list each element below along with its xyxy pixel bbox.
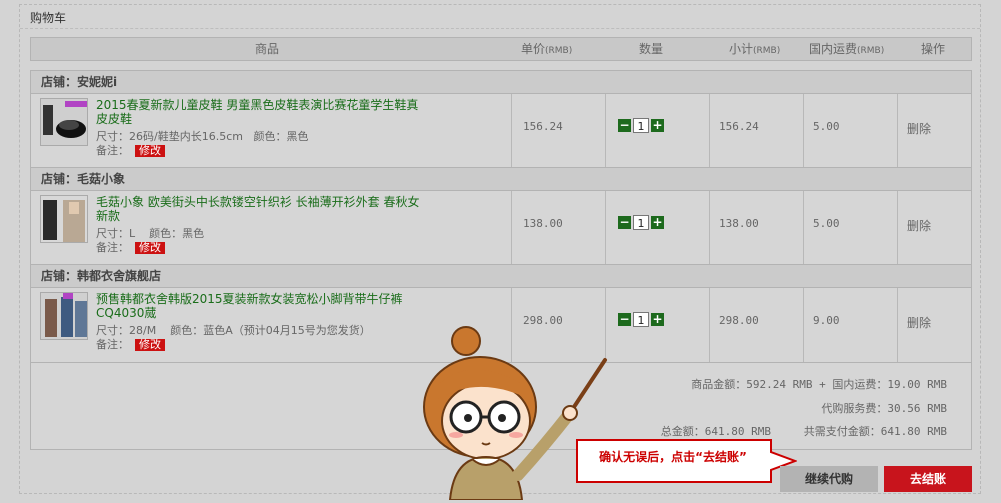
subtotal: 298.00 [719, 314, 759, 327]
subtotal: 156.24 [719, 120, 759, 133]
continue-shopping-button[interactable]: 继续代购 [780, 466, 878, 492]
divider [709, 191, 710, 265]
increment-button[interactable]: + [651, 216, 664, 229]
quantity-stepper: − 1 + [618, 312, 664, 327]
table-header: 商品 单价(RMB) 数量 小计(RMB) 国内运费(RMB) 操作 [30, 37, 972, 61]
shipping-fee: 9.00 [813, 314, 840, 327]
col-subtotal-unit: (RMB) [753, 46, 781, 56]
callout-text: 确认无误后，点击“去结账” [599, 450, 747, 464]
goods-amount: 商品金额：592.24 RMB + 国内运费：19.00 RMB [691, 378, 947, 391]
divider [709, 94, 710, 168]
quantity-stepper: − 1 + [618, 118, 664, 133]
delete-link[interactable]: 删除 [907, 314, 931, 331]
store-block: 店铺：毛菇小象 毛菇小象 欧美街头中长款镂空针织衫 长袖薄开衫外套 春秋女新款 … [30, 167, 972, 266]
product-thumbnail[interactable] [40, 98, 88, 146]
increment-button[interactable]: + [651, 119, 664, 132]
store-name: 店铺：韩都衣舍旗舰店 [31, 265, 971, 288]
decrement-button[interactable]: − [618, 216, 631, 229]
col-subtotal: 小计(RMB) [729, 38, 780, 62]
color-attr: 颜色：蓝色A（预计04月15号为您发货） [170, 324, 371, 337]
product-name-link[interactable]: 预售韩都衣舍韩版2015夏装新款女装宽松小脚背带牛仔裤CQ4030蒇 [96, 292, 426, 320]
divider [605, 191, 606, 265]
table-row: 毛菇小象 欧美街头中长款镂空针织衫 长袖薄开衫外套 春秋女新款 尺寸：L 颜色：… [31, 191, 971, 265]
unit-price: 138.00 [523, 217, 563, 230]
divider [897, 288, 898, 362]
note-label: 备注： [96, 338, 129, 351]
col-quantity: 数量 [639, 42, 664, 56]
product-thumbnail[interactable] [40, 195, 88, 243]
quantity-stepper: − 1 + [618, 215, 664, 230]
store-name: 店铺：安妮妮i [31, 71, 971, 94]
note-label: 备注： [96, 241, 129, 254]
edit-note-button[interactable]: 修改 [135, 339, 165, 351]
divider [803, 288, 804, 362]
quantity-input[interactable]: 1 [633, 312, 649, 327]
divider [511, 94, 512, 168]
col-shipping-unit: (RMB) [857, 46, 885, 56]
note-row: 备注： 修改 [96, 239, 165, 255]
divider [511, 191, 512, 265]
page-title: 购物车 [30, 11, 67, 25]
product-name-link[interactable]: 毛菇小象 欧美街头中长款镂空针织衫 长袖薄开衫外套 春秋女新款 [96, 195, 426, 223]
shipping-fee: 5.00 [813, 217, 840, 230]
quantity-input[interactable]: 1 [633, 215, 649, 230]
increment-button[interactable]: + [651, 313, 664, 326]
col-unit-price: 单价(RMB) [521, 38, 572, 62]
col-unit-price-unit: (RMB) [545, 46, 573, 56]
store-name: 店铺：毛菇小象 [31, 168, 971, 191]
col-subtotal-label: 小计 [729, 42, 754, 56]
product-thumbnail[interactable] [40, 292, 88, 340]
delete-link[interactable]: 删除 [907, 120, 931, 137]
col-action: 操作 [921, 42, 946, 56]
note-row: 备注： 修改 [96, 336, 165, 352]
color-attr: 颜色：黑色 [253, 130, 309, 143]
product-name-link[interactable]: 2015春夏新款儿童皮鞋 男童黑色皮鞋表演比赛花童学生鞋真皮皮鞋 [96, 98, 426, 126]
edit-note-button[interactable]: 修改 [135, 242, 165, 254]
instruction-callout: 确认无误后，点击“去结账” [575, 438, 797, 484]
col-shipping-label: 国内运费 [809, 42, 858, 56]
delete-link[interactable]: 删除 [907, 217, 931, 234]
service-fee: 代购服务费：30.56 RMB [821, 402, 947, 415]
edit-note-button[interactable]: 修改 [135, 145, 165, 157]
total-amount: 总金额：641.80 RMB [660, 425, 771, 438]
divider [20, 28, 980, 29]
store-block: 店铺：安妮妮i 2015春夏新款儿童皮鞋 男童黑色皮鞋表演比赛花童学生鞋真皮皮鞋… [30, 70, 972, 169]
table-row: 2015春夏新款儿童皮鞋 男童黑色皮鞋表演比赛花童学生鞋真皮皮鞋 尺寸：26码/… [31, 94, 971, 168]
unit-price: 156.24 [523, 120, 563, 133]
divider [897, 191, 898, 265]
decrement-button[interactable]: − [618, 119, 631, 132]
pay-amount: 共需支付金额：641.80 RMB [803, 425, 947, 438]
col-product: 商品 [255, 42, 280, 56]
quantity-input[interactable]: 1 [633, 118, 649, 133]
col-shipping: 国内运费(RMB) [809, 38, 884, 62]
note-row: 备注： 修改 [96, 142, 165, 158]
shipping-fee: 5.00 [813, 120, 840, 133]
subtotal: 138.00 [719, 217, 759, 230]
divider [803, 94, 804, 168]
divider [803, 191, 804, 265]
note-label: 备注： [96, 144, 129, 157]
divider [709, 288, 710, 362]
col-unit-price-label: 单价 [521, 42, 546, 56]
divider [897, 94, 898, 168]
divider [605, 94, 606, 168]
checkout-button[interactable]: 去结账 [884, 466, 972, 492]
